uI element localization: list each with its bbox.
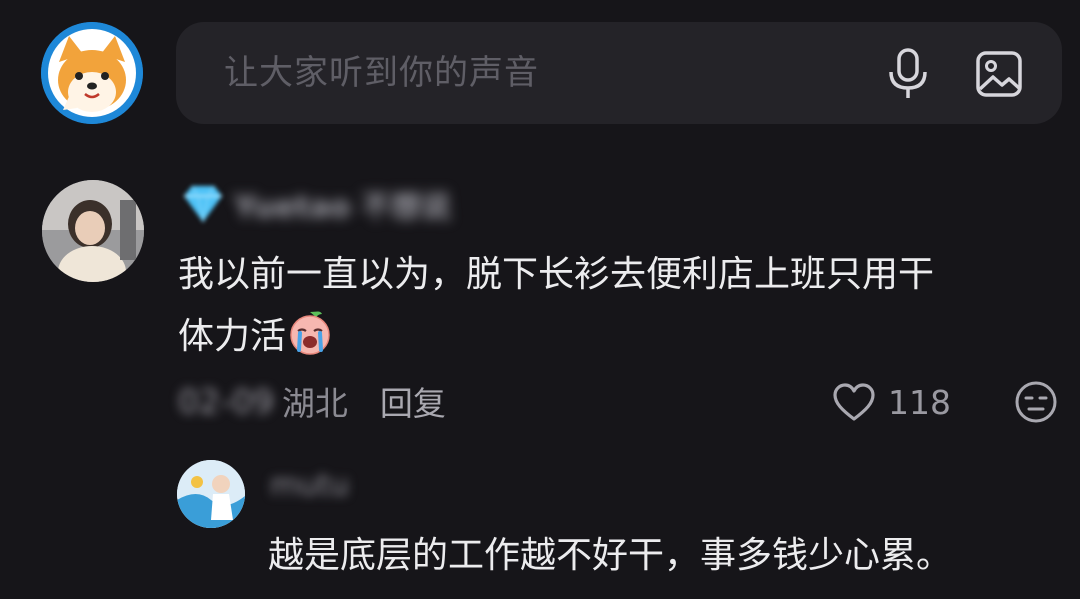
- commenter-name-row[interactable]: Yuetao 不想说: [178, 182, 451, 226]
- comment-input[interactable]: [222, 52, 826, 94]
- shiba-dog-avatar-icon: [41, 22, 143, 124]
- comment-section: Yuetao 不想说 我以前一直以为，脱下长衫去便利店上班只用干 体力活 02-…: [0, 0, 1080, 599]
- comment-text: 我以前一直以为，脱下长衫去便利店上班只用干 体力活: [178, 244, 1038, 368]
- comment-text-line2: 体力活: [178, 306, 1038, 368]
- comment-time: 02-09: [178, 381, 274, 421]
- comment-meta: 02-09 湖北 回复: [178, 376, 446, 426]
- user-avatar-icon: [177, 460, 245, 528]
- replier-avatar[interactable]: [177, 460, 245, 528]
- commenter-avatar[interactable]: [42, 180, 144, 282]
- microphone-icon[interactable]: [888, 48, 928, 100]
- replier-username[interactable]: mutu: [270, 468, 349, 503]
- comment-location: 湖北: [281, 384, 348, 423]
- user-avatar-icon: [42, 180, 144, 282]
- heart-icon: [833, 383, 875, 421]
- emoji-reaction-icon[interactable]: [1014, 380, 1058, 424]
- diamond-icon: [184, 185, 222, 223]
- comment-input-bar[interactable]: [176, 22, 1062, 124]
- my-avatar[interactable]: [41, 22, 143, 124]
- reply-text: 越是底层的工作越不好干，事多钱少心累。: [268, 535, 953, 576]
- image-icon[interactable]: [976, 51, 1022, 97]
- comment-text-line1: 我以前一直以为，脱下长衫去便利店上班只用干: [178, 254, 935, 295]
- comment-text-line2-text: 体力活: [178, 316, 287, 357]
- commenter-username[interactable]: Yuetao 不想说: [234, 182, 451, 226]
- crying-face-emoji: [290, 311, 330, 355]
- like-button[interactable]: 118: [832, 378, 951, 426]
- reply-button[interactable]: 回复: [380, 377, 446, 425]
- like-count: 118: [888, 382, 951, 422]
